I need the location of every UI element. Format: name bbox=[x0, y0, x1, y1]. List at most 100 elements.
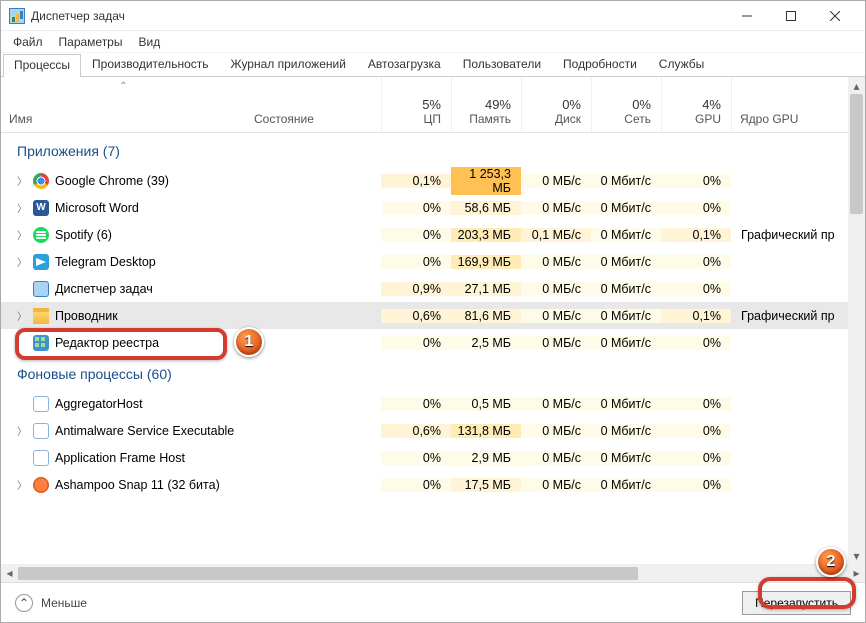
horizontal-scrollbar[interactable]: ◂ ▸ bbox=[1, 564, 865, 582]
menu-bar: Файл Параметры Вид bbox=[1, 31, 865, 53]
tab-details[interactable]: Подробности bbox=[552, 53, 648, 76]
chevron-right-icon[interactable]: 〉 bbox=[17, 477, 27, 492]
network-cell: 0 Мбит/с bbox=[591, 201, 661, 215]
tab-processes[interactable]: Процессы bbox=[3, 54, 81, 77]
app-icon: W bbox=[33, 200, 49, 216]
chevron-right-icon[interactable]: 〉 bbox=[17, 200, 27, 215]
scroll-thumb[interactable] bbox=[850, 94, 863, 214]
process-row[interactable]: 〉 Google Chrome (39) 0,1% 1 253,3 МБ 0 М… bbox=[1, 167, 865, 194]
process-name: Application Frame Host bbox=[55, 451, 185, 465]
tab-services[interactable]: Службы bbox=[648, 53, 715, 76]
tab-users[interactable]: Пользователи bbox=[452, 53, 552, 76]
col-gpu[interactable]: 4%GPU bbox=[661, 77, 731, 132]
footer: ⌃ Меньше Перезапустить bbox=[1, 582, 865, 622]
gpu-cell: 0% bbox=[661, 174, 731, 188]
chevron-right-icon[interactable]: 〉 bbox=[17, 423, 27, 438]
group-header[interactable]: Фоновые процессы (60) bbox=[1, 356, 865, 390]
scroll-up-icon[interactable]: ▴ bbox=[848, 77, 865, 94]
disk-cell: 0 МБ/с bbox=[521, 255, 591, 269]
col-network[interactable]: 0%Сеть bbox=[591, 77, 661, 132]
network-cell: 0 Мбит/с bbox=[591, 282, 661, 296]
restart-button[interactable]: Перезапустить bbox=[742, 591, 851, 615]
disk-cell: 0 МБ/с bbox=[521, 478, 591, 492]
process-row[interactable]: 〉 Диспетчер задач 0,9% 27,1 МБ 0 МБ/с 0 … bbox=[1, 275, 865, 302]
process-row[interactable]: 〉 W Microsoft Word 0% 58,6 МБ 0 МБ/с 0 М… bbox=[1, 194, 865, 221]
process-row[interactable]: 〉 Application Frame Host 0% 2,9 МБ 0 МБ/… bbox=[1, 444, 865, 471]
vertical-scrollbar[interactable]: ▴ ▾ bbox=[848, 77, 865, 564]
close-button[interactable] bbox=[813, 2, 857, 30]
chevron-right-icon[interactable]: 〉 bbox=[17, 308, 27, 323]
process-name: Проводник bbox=[55, 309, 118, 323]
memory-cell: 0,5 МБ bbox=[451, 397, 521, 411]
disk-cell: 0 МБ/с bbox=[521, 309, 591, 323]
gpu-cell: 0% bbox=[661, 397, 731, 411]
task-manager-icon bbox=[9, 8, 25, 24]
tab-startup[interactable]: Автозагрузка bbox=[357, 53, 452, 76]
cpu-cell: 0% bbox=[381, 255, 451, 269]
process-row[interactable]: 〉 Редактор реестра 0% 2,5 МБ 0 МБ/с 0 Мб… bbox=[1, 329, 865, 356]
network-cell: 0 Мбит/с bbox=[591, 228, 661, 242]
process-name: Telegram Desktop bbox=[55, 255, 156, 269]
app-icon bbox=[33, 281, 49, 297]
process-row[interactable]: 〉 Telegram Desktop 0% 169,9 МБ 0 МБ/с 0 … bbox=[1, 248, 865, 275]
network-cell: 0 Мбит/с bbox=[591, 174, 661, 188]
process-table: ⌃ Имя Состояние 5%ЦП 49%Память 0%Диск 0%… bbox=[1, 77, 865, 564]
disk-cell: 0 МБ/с bbox=[521, 336, 591, 350]
cpu-cell: 0,1% bbox=[381, 174, 451, 188]
gpu-cell: 0% bbox=[661, 282, 731, 296]
memory-cell: 81,6 МБ bbox=[451, 309, 521, 323]
memory-cell: 1 253,3 МБ bbox=[451, 167, 521, 195]
col-cpu[interactable]: 5%ЦП bbox=[381, 77, 451, 132]
hscroll-thumb[interactable] bbox=[18, 567, 638, 580]
network-cell: 0 Мбит/с bbox=[591, 424, 661, 438]
menu-file[interactable]: Файл bbox=[7, 33, 49, 50]
cpu-cell: 0% bbox=[381, 201, 451, 215]
scroll-left-icon[interactable]: ◂ bbox=[1, 566, 18, 580]
col-disk[interactable]: 0%Диск bbox=[521, 77, 591, 132]
tab-app-history[interactable]: Журнал приложений bbox=[220, 53, 357, 76]
chevron-right-icon[interactable]: 〉 bbox=[17, 227, 27, 242]
app-icon bbox=[33, 335, 49, 351]
memory-cell: 203,3 МБ bbox=[451, 228, 521, 242]
scroll-right-icon[interactable]: ▸ bbox=[848, 566, 865, 580]
col-memory[interactable]: 49%Память bbox=[451, 77, 521, 132]
col-state[interactable]: Состояние bbox=[246, 77, 381, 132]
network-cell: 0 Мбит/с bbox=[591, 478, 661, 492]
gpu-cell: 0% bbox=[661, 424, 731, 438]
gpu-cell: 0% bbox=[661, 451, 731, 465]
minimize-button[interactable] bbox=[725, 2, 769, 30]
network-cell: 0 Мбит/с bbox=[591, 451, 661, 465]
process-row[interactable]: 〉 AggregatorHost 0% 0,5 МБ 0 МБ/с 0 Мбит… bbox=[1, 390, 865, 417]
disk-cell: 0 МБ/с bbox=[521, 201, 591, 215]
gpu-engine-cell: Графический пр bbox=[731, 228, 865, 242]
tab-performance[interactable]: Производительность bbox=[81, 53, 219, 76]
disk-cell: 0 МБ/с bbox=[521, 424, 591, 438]
process-name: Google Chrome (39) bbox=[55, 174, 169, 188]
disk-cell: 0,1 МБ/с bbox=[521, 228, 591, 242]
fewer-details-toggle[interactable]: ⌃ Меньше bbox=[15, 594, 87, 612]
process-row[interactable]: 〉 Spotify (6) 0% 203,3 МБ 0,1 МБ/с 0 Мби… bbox=[1, 221, 865, 248]
network-cell: 0 Мбит/с bbox=[591, 255, 661, 269]
col-name[interactable]: ⌃ Имя bbox=[1, 77, 246, 132]
app-icon bbox=[33, 396, 49, 412]
cpu-cell: 0% bbox=[381, 397, 451, 411]
cpu-cell: 0,6% bbox=[381, 424, 451, 438]
scroll-down-icon[interactable]: ▾ bbox=[848, 547, 865, 564]
process-name: Ashampoo Snap 11 (32 бита) bbox=[55, 478, 220, 492]
menu-options[interactable]: Параметры bbox=[53, 33, 129, 50]
disk-cell: 0 МБ/с bbox=[521, 397, 591, 411]
disk-cell: 0 МБ/с bbox=[521, 451, 591, 465]
menu-view[interactable]: Вид bbox=[132, 33, 166, 50]
gpu-cell: 0% bbox=[661, 255, 731, 269]
process-row[interactable]: 〉 Проводник 0,6% 81,6 МБ 0 МБ/с 0 Мбит/с… bbox=[1, 302, 865, 329]
col-gpu-engine[interactable]: Ядро GPU bbox=[731, 77, 865, 132]
group-header[interactable]: Приложения (7) bbox=[1, 133, 865, 167]
process-name: Редактор реестра bbox=[55, 336, 159, 350]
process-row[interactable]: 〉 Ashampoo Snap 11 (32 бита) 0% 17,5 МБ … bbox=[1, 471, 865, 498]
maximize-button[interactable] bbox=[769, 2, 813, 30]
process-row[interactable]: 〉 Antimalware Service Executable 0,6% 13… bbox=[1, 417, 865, 444]
chevron-right-icon[interactable]: 〉 bbox=[17, 173, 27, 188]
column-headers[interactable]: ⌃ Имя Состояние 5%ЦП 49%Память 0%Диск 0%… bbox=[1, 77, 865, 133]
sort-indicator-icon: ⌃ bbox=[119, 81, 127, 92]
chevron-right-icon[interactable]: 〉 bbox=[17, 254, 27, 269]
